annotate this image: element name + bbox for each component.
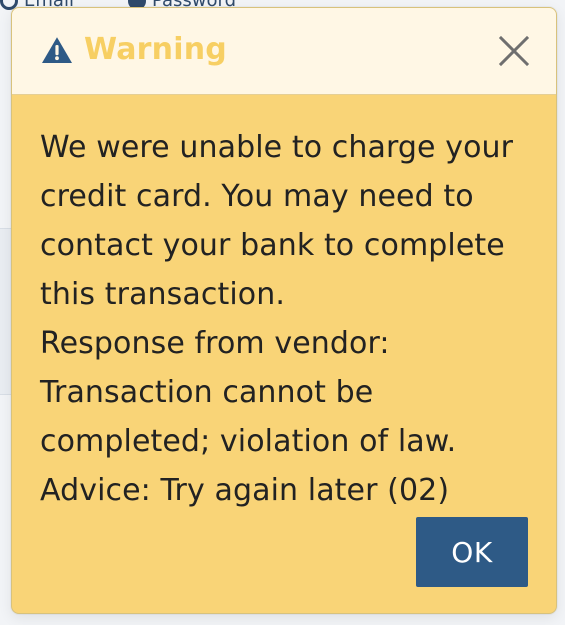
dialog-body: We were unable to charge your credit car…: [12, 95, 556, 515]
dialog-actions: OK: [416, 517, 528, 587]
dialog-header: Warning: [12, 8, 556, 95]
close-button[interactable]: [494, 31, 534, 71]
warning-triangle-icon: [40, 35, 74, 65]
close-icon: [494, 31, 534, 71]
dialog-message: We were unable to charge your credit car…: [40, 130, 514, 508]
dialog-title-wrap: Warning: [40, 32, 227, 67]
ok-button[interactable]: OK: [416, 517, 528, 587]
dialog-title: Warning: [84, 32, 227, 67]
warning-dialog: Warning We were unable to charge your cr…: [11, 7, 557, 614]
